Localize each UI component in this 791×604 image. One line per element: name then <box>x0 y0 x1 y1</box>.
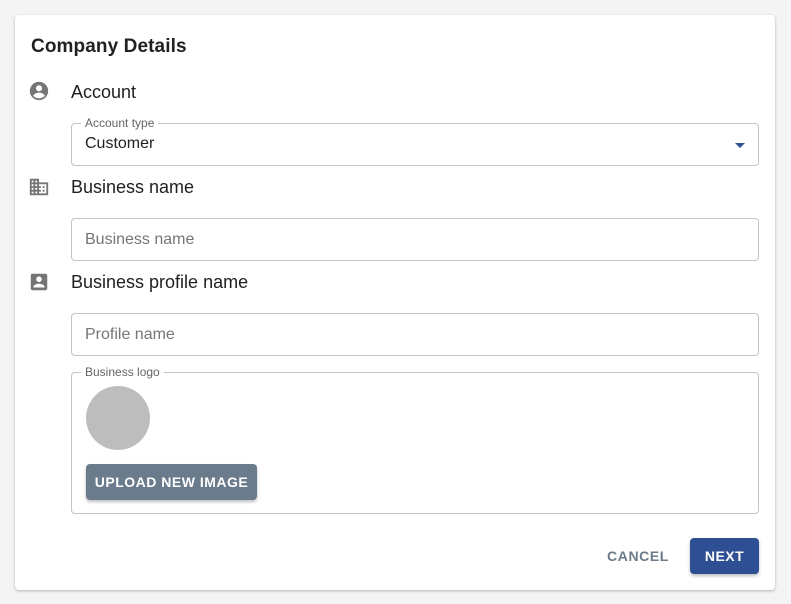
logo-avatar-placeholder <box>86 386 150 450</box>
account-type-value: Customer <box>85 135 155 152</box>
account-section-label: Account <box>71 82 137 102</box>
account-type-select[interactable]: Account type Customer <box>71 116 759 166</box>
business-logo-field: Business logo UPLOAD NEW IMAGE <box>71 365 759 514</box>
account-type-legend: Account type <box>81 116 159 130</box>
account-box-icon <box>28 271 50 293</box>
cancel-button[interactable]: CANCEL <box>595 539 681 573</box>
business-name-section-label: Business name <box>71 177 195 197</box>
company-details-card: Company Details Account Account type Cus… <box>15 15 775 590</box>
card-title: Company Details <box>31 36 187 57</box>
next-button[interactable]: NEXT <box>690 538 759 574</box>
profile-name-section-label: Business profile name <box>71 272 249 292</box>
upload-new-image-button[interactable]: UPLOAD NEW IMAGE <box>86 464 257 500</box>
building-icon <box>28 176 50 198</box>
profile-name-field <box>71 313 759 356</box>
business-name-input[interactable] <box>72 219 758 260</box>
profile-name-input[interactable] <box>72 314 758 355</box>
dropdown-caret-icon[interactable] <box>735 143 745 148</box>
account-circle-icon <box>28 80 50 102</box>
business-logo-legend: Business logo <box>81 365 164 379</box>
business-name-field <box>71 218 759 261</box>
